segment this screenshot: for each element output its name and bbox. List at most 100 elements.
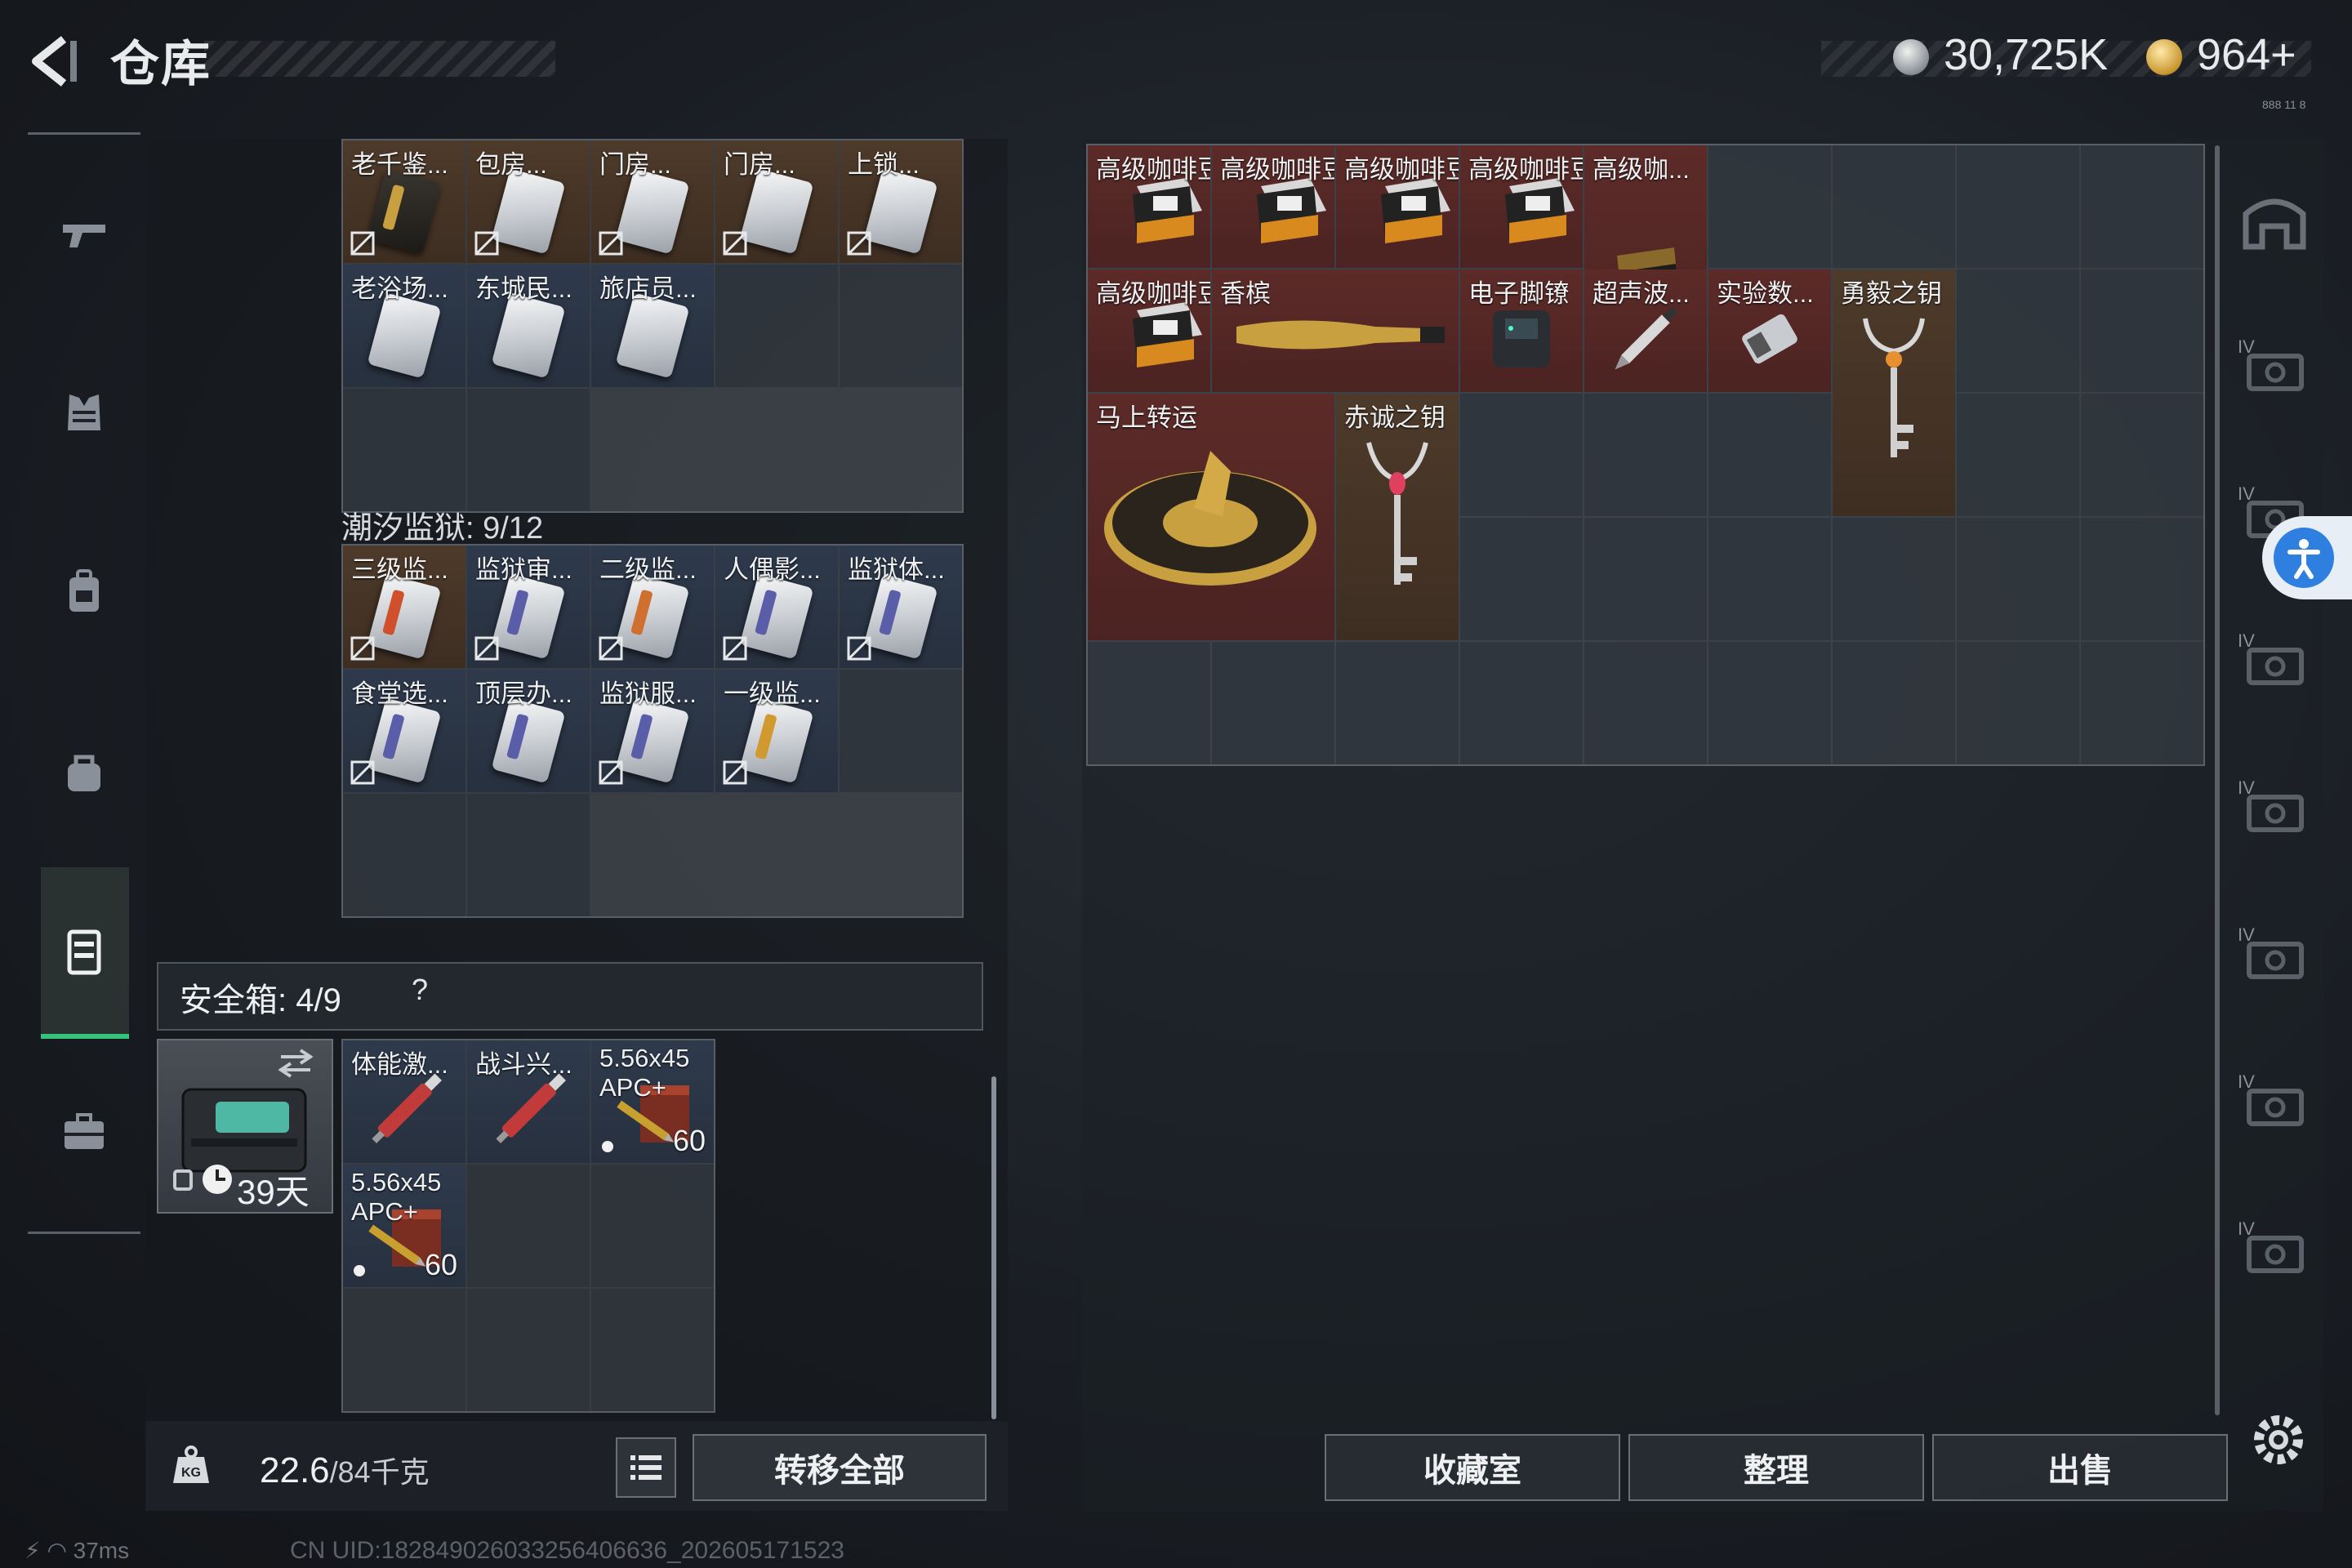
nav-briefcase[interactable] xyxy=(39,1086,129,1176)
empty-slot[interactable] xyxy=(1460,518,1583,640)
item-slot[interactable]: 战斗兴... xyxy=(467,1040,590,1163)
item-slot[interactable]: 监狱服... xyxy=(591,670,714,792)
collection-room-button[interactable]: 收藏室 xyxy=(1325,1434,1620,1501)
help-icon[interactable]: ? xyxy=(402,972,438,1008)
safe-box-grid: 体能激... 战斗兴... 5.56x45 APC+ 60 5.56x45 APC+ 60 xyxy=(341,1039,715,1413)
empty-slot[interactable] xyxy=(1708,394,1831,516)
empty-slot[interactable] xyxy=(467,1165,590,1287)
list-view-button[interactable] xyxy=(616,1437,676,1498)
tab-storage-page-icon[interactable]: IV xyxy=(2238,333,2311,399)
item-slot[interactable]: 上锁... xyxy=(840,140,962,263)
item-slot[interactable]: 高级咖啡豆 xyxy=(1088,145,1210,268)
item-slot[interactable]: 人偶影... xyxy=(715,546,838,668)
item-slot[interactable]: 包房... xyxy=(467,140,590,263)
item-slot[interactable]: 门房... xyxy=(591,140,714,263)
empty-slot[interactable] xyxy=(343,389,466,511)
item-slot[interactable]: 门房... xyxy=(715,140,838,263)
tab-home-vault-icon[interactable] xyxy=(2238,189,2311,255)
tab-storage-page-icon[interactable]: IV xyxy=(2238,774,2311,840)
currency-silver[interactable]: 30,725K xyxy=(1944,29,2108,80)
empty-slot[interactable] xyxy=(1212,642,1334,764)
empty-slot[interactable] xyxy=(1957,518,2079,640)
empty-slot[interactable] xyxy=(467,1289,590,1411)
empty-slot[interactable] xyxy=(2081,518,2203,640)
sell-button[interactable]: 出售 xyxy=(1932,1434,2228,1501)
empty-slot[interactable] xyxy=(1584,518,1707,640)
item-slot[interactable]: 顶层办... xyxy=(467,670,590,792)
empty-slot[interactable] xyxy=(1584,394,1707,516)
item-slot[interactable]: 赤诚之钥 xyxy=(1336,394,1459,640)
empty-slot[interactable] xyxy=(840,265,962,387)
item-slot[interactable]: 5.56x45 APC+ 60 xyxy=(343,1165,466,1287)
item-slot[interactable]: 一级监... xyxy=(715,670,838,792)
empty-slot[interactable] xyxy=(2081,394,2203,516)
empty-slot[interactable] xyxy=(1833,642,1955,764)
item-slot[interactable]: 食堂选... xyxy=(343,670,466,792)
item-slot[interactable]: 老浴场... xyxy=(343,265,466,387)
empty-slot[interactable] xyxy=(343,1289,466,1411)
item-slot[interactable]: 5.56x45 APC+ 60 xyxy=(591,1040,714,1163)
empty-slot[interactable] xyxy=(1833,518,1955,640)
empty-slot[interactable] xyxy=(343,794,466,916)
empty-slot[interactable] xyxy=(2081,642,2203,764)
empty-slot[interactable] xyxy=(591,1289,714,1411)
tab-storage-page-icon[interactable]: IV xyxy=(2238,1068,2311,1134)
item-slot[interactable]: 高级咖啡豆 xyxy=(1460,145,1583,268)
gold-coin-icon xyxy=(2146,39,2182,75)
currency-gold[interactable]: 964+ xyxy=(2197,29,2296,80)
nav-armor[interactable] xyxy=(39,368,129,457)
empty-slot[interactable] xyxy=(1957,642,2079,764)
item-slot[interactable]: 三级监... xyxy=(343,546,466,668)
item-slot[interactable]: 香槟 xyxy=(1212,270,1459,392)
item-slot[interactable]: 高级咖啡豆 xyxy=(1212,145,1334,268)
keycard-icon xyxy=(367,697,442,784)
item-slot[interactable]: 老千鉴... xyxy=(343,140,466,263)
empty-slot[interactable] xyxy=(1708,145,1831,268)
empty-slot[interactable] xyxy=(467,389,590,511)
empty-slot[interactable] xyxy=(1336,642,1459,764)
item-slot[interactable]: 马上转运 xyxy=(1088,394,1334,640)
tab-storage-page-icon[interactable]: IV xyxy=(2238,1215,2311,1281)
section-title-prison: 潮汐监狱: 9/12 xyxy=(341,511,544,546)
item-slot[interactable]: 东城民... xyxy=(467,265,590,387)
right-scrollbar[interactable] xyxy=(2215,145,2220,1415)
item-slot[interactable]: 高级咖啡豆 xyxy=(1336,145,1459,268)
item-slot[interactable]: 体能激... xyxy=(343,1040,466,1163)
empty-slot[interactable] xyxy=(1460,394,1583,516)
back-arrow-icon[interactable] xyxy=(24,33,82,90)
empty-slot[interactable] xyxy=(2081,145,2203,268)
empty-slot[interactable] xyxy=(1957,145,2079,268)
tab-storage-page-icon[interactable]: IV xyxy=(2238,921,2311,987)
item-slot[interactable]: 高级咖啡豆 xyxy=(1088,270,1210,392)
empty-slot[interactable] xyxy=(467,794,590,916)
item-slot[interactable]: 旅店员... xyxy=(591,265,714,387)
nav-bag[interactable] xyxy=(39,727,129,817)
empty-slot[interactable] xyxy=(1088,642,1210,764)
item-slot[interactable]: 超声波... xyxy=(1584,270,1707,392)
transfer-all-button[interactable]: 转移全部 xyxy=(693,1434,987,1501)
left-scrollbar[interactable] xyxy=(991,1076,996,1419)
empty-slot[interactable] xyxy=(840,670,962,792)
nav-weapons[interactable] xyxy=(39,188,129,278)
organize-button[interactable]: 整理 xyxy=(1628,1434,1924,1501)
empty-slot[interactable] xyxy=(1833,145,1955,268)
item-slot[interactable]: 二级监... xyxy=(591,546,714,668)
empty-slot[interactable] xyxy=(2081,270,2203,392)
empty-slot[interactable] xyxy=(1708,642,1831,764)
empty-slot[interactable] xyxy=(1460,642,1583,764)
item-slot[interactable]: 监狱体... xyxy=(840,546,962,668)
empty-slot[interactable] xyxy=(1957,270,2079,392)
nav-storage[interactable] xyxy=(39,906,129,996)
settings-gear-icon[interactable] xyxy=(2247,1409,2310,1471)
nav-backpack[interactable] xyxy=(39,547,129,637)
empty-slot[interactable] xyxy=(715,265,838,387)
item-slot[interactable]: 监狱审... xyxy=(467,546,590,668)
empty-slot[interactable] xyxy=(1708,518,1831,640)
empty-slot[interactable] xyxy=(1584,642,1707,764)
item-slot[interactable]: 电子脚镣 xyxy=(1460,270,1583,392)
item-slot[interactable]: 勇毅之钥 xyxy=(1833,270,1955,516)
item-slot[interactable]: 实验数... xyxy=(1708,270,1831,392)
empty-slot[interactable] xyxy=(1957,394,2079,516)
empty-slot[interactable] xyxy=(591,1165,714,1287)
tab-storage-page-icon[interactable]: IV xyxy=(2238,627,2311,693)
